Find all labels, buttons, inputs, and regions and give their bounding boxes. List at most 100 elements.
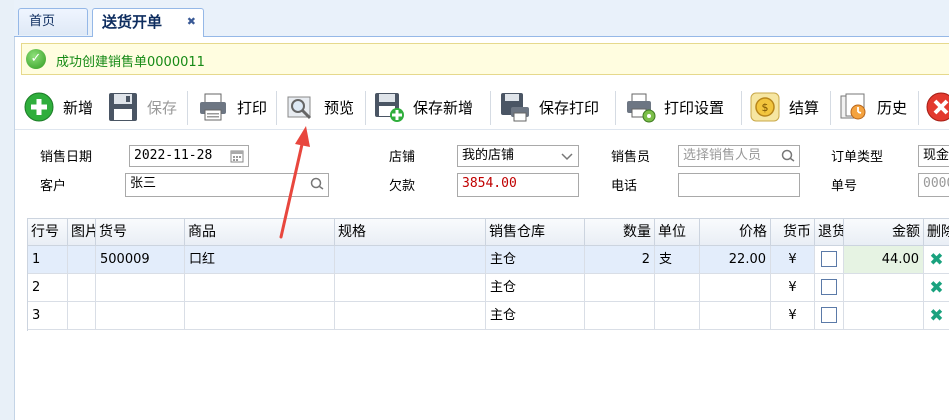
- save-button-label: 保存: [147, 98, 178, 117]
- cell-qty[interactable]: [585, 274, 655, 302]
- cell-unit[interactable]: 支: [655, 246, 700, 274]
- header-row-number: 行号: [28, 219, 68, 246]
- cell-currency: ¥: [771, 302, 815, 330]
- cell-spec[interactable]: [335, 274, 486, 302]
- cell-row-number: 1: [28, 246, 68, 274]
- history-button-label: 历史: [877, 98, 908, 117]
- cell-code[interactable]: [96, 302, 185, 330]
- chevron-down-icon: [561, 153, 573, 161]
- toolbar-divider: [276, 91, 277, 125]
- order-no-label: 单号: [831, 179, 858, 194]
- cell-warehouse[interactable]: 主仓: [486, 302, 585, 330]
- checkout-button[interactable]: $ 结算: [749, 85, 819, 129]
- cell-price[interactable]: [700, 274, 771, 302]
- save-button[interactable]: 保存: [107, 85, 177, 129]
- cell-return: [815, 274, 844, 302]
- cell-amount: [844, 274, 924, 302]
- return-checkbox[interactable]: [821, 306, 837, 323]
- order-type-label: 订单类型: [831, 150, 884, 165]
- tab-home[interactable]: 首页: [18, 8, 88, 35]
- sale-date-field[interactable]: 2022-11-28: [129, 145, 249, 167]
- cell-price[interactable]: 22.00: [700, 246, 771, 274]
- printer-icon: [200, 93, 226, 121]
- cell-product[interactable]: 口红: [185, 246, 335, 274]
- salesperson-field[interactable]: 选择销售人员: [678, 145, 800, 167]
- cell-qty[interactable]: [585, 302, 655, 330]
- salesperson-label: 销售员: [611, 150, 651, 165]
- order-no-value: 0000: [923, 176, 949, 191]
- debt-value: 3854.00: [462, 176, 517, 191]
- order-type-select[interactable]: 现金: [918, 145, 949, 167]
- store-label: 店铺: [389, 150, 416, 165]
- success-message-text: 成功创建销售单0000011: [56, 55, 205, 70]
- cell-product[interactable]: [185, 302, 335, 330]
- save-new-button-label: 保存新增: [413, 98, 474, 117]
- add-button-label: 新增: [63, 98, 94, 117]
- cell-warehouse[interactable]: 主仓: [486, 274, 585, 302]
- cell-code[interactable]: [96, 274, 185, 302]
- header-delete: 删除: [924, 219, 949, 246]
- cell-spec[interactable]: [335, 302, 486, 330]
- cell-price[interactable]: [700, 302, 771, 330]
- cell-image[interactable]: [68, 246, 96, 274]
- print-button[interactable]: 打印: [197, 85, 267, 129]
- customer-field[interactable]: 张三: [125, 173, 329, 197]
- cell-unit[interactable]: [655, 302, 700, 330]
- save-new-button[interactable]: 保存新增: [373, 85, 473, 129]
- print-settings-button-label: 打印设置: [664, 98, 725, 117]
- cell-warehouse[interactable]: 主仓: [486, 246, 585, 274]
- cell-product[interactable]: [185, 274, 335, 302]
- floppy-disk-icon: [109, 93, 137, 121]
- preview-button[interactable]: 预览: [284, 85, 354, 129]
- table-row[interactable]: 1 500009 口红 主仓 2 支 22.00 ¥ 44.00 ✖: [28, 246, 949, 274]
- cell-image[interactable]: [68, 302, 96, 330]
- printer-settings-icon: [627, 93, 656, 123]
- tab-delivery-order[interactable]: 送货开单 ✖: [92, 8, 204, 37]
- store-select[interactable]: 我的店铺: [457, 145, 579, 167]
- delete-row-icon[interactable]: ✖: [929, 274, 943, 301]
- calendar-icon[interactable]: [229, 148, 245, 164]
- close-button[interactable]: [925, 85, 949, 129]
- close-icon[interactable]: ✖: [187, 9, 196, 35]
- table-row[interactable]: 3 主仓 ¥ ✖: [28, 302, 949, 330]
- save-add-icon: [375, 93, 404, 122]
- left-panel-edge: [0, 0, 15, 420]
- cell-amount: [844, 302, 924, 330]
- delete-row-icon[interactable]: ✖: [929, 302, 943, 329]
- header-qty: 数量: [585, 219, 655, 246]
- magnifier-preview-icon: [287, 96, 312, 120]
- table-row[interactable]: 2 主仓 ¥ ✖: [28, 274, 949, 302]
- cell-spec[interactable]: [335, 246, 486, 274]
- check-icon: ✓: [26, 49, 46, 69]
- toolbar-divider: [741, 91, 742, 125]
- toolbar-divider: [615, 91, 616, 125]
- coin-checkout-icon: $: [750, 92, 780, 122]
- order-type-value: 现金: [923, 148, 949, 163]
- cell-image[interactable]: [68, 274, 96, 302]
- header-unit: 单位: [655, 219, 700, 246]
- search-icon[interactable]: [309, 176, 325, 192]
- print-settings-button[interactable]: 打印设置: [624, 85, 724, 129]
- cell-return: [815, 302, 844, 330]
- cell-currency: ¥: [771, 274, 815, 302]
- cell-delete: ✖: [924, 274, 949, 302]
- save-print-button[interactable]: 保存打印: [499, 85, 599, 129]
- search-icon[interactable]: [780, 148, 796, 164]
- cell-currency: ¥: [771, 246, 815, 274]
- order-no-field[interactable]: 0000: [918, 173, 949, 197]
- cell-code[interactable]: 500009: [96, 246, 185, 274]
- return-checkbox[interactable]: [821, 278, 837, 295]
- return-checkbox[interactable]: [821, 250, 837, 267]
- phone-field[interactable]: [678, 173, 800, 197]
- history-button[interactable]: 历史: [837, 85, 907, 129]
- cell-row-number: 2: [28, 274, 68, 302]
- preview-button-label: 预览: [324, 98, 355, 117]
- add-button[interactable]: 新增: [23, 85, 93, 129]
- delete-row-icon[interactable]: ✖: [929, 246, 943, 273]
- cell-qty[interactable]: 2: [585, 246, 655, 274]
- customer-value: 张三: [130, 176, 157, 191]
- cell-unit[interactable]: [655, 274, 700, 302]
- header-image: 图片: [68, 219, 96, 246]
- phone-label: 电话: [611, 179, 638, 194]
- order-items-grid: 行号 图片 货号 商品 规格 销售仓库 数量 单位 价格 货币 退货 金额 删除…: [27, 218, 949, 331]
